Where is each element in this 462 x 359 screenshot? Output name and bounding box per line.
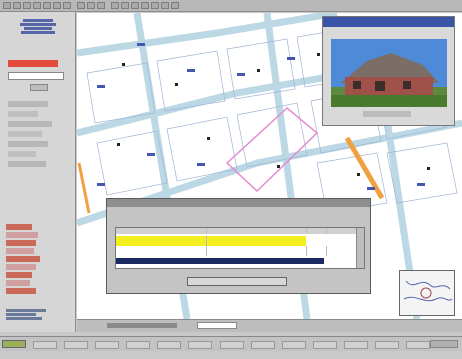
info-icon[interactable] (151, 2, 159, 9)
sidebar-section[interactable] (8, 111, 38, 117)
legend-item (6, 240, 36, 246)
sidebar-section[interactable] (8, 151, 36, 157)
taskbar (0, 336, 462, 351)
sidebar-section[interactable] (8, 121, 52, 127)
toolbar (0, 0, 462, 12)
house-photo (331, 39, 447, 107)
table-cell (206, 246, 307, 256)
home-icon[interactable] (111, 2, 119, 9)
highlighted-street (344, 136, 385, 200)
selected-parcel (225, 107, 319, 193)
legend-item (6, 288, 36, 294)
export-icon[interactable] (171, 2, 179, 9)
table-cell (206, 258, 307, 264)
table-cell (206, 236, 307, 246)
table-row[interactable] (116, 246, 364, 256)
identify-icon[interactable] (33, 2, 41, 9)
pan-icon[interactable] (23, 2, 31, 9)
photo-caption (363, 111, 411, 117)
zoom-out-icon[interactable] (13, 2, 21, 9)
coordinate-field (197, 322, 237, 329)
legend-item (6, 280, 30, 286)
zoom-in-icon[interactable] (3, 2, 11, 9)
dialog-action-button[interactable] (187, 277, 287, 286)
taskbar-items (32, 340, 432, 349)
map-status-bar (77, 319, 462, 332)
legend-item (6, 224, 32, 230)
highlighted-street-left (77, 162, 91, 214)
forward-icon[interactable] (141, 2, 149, 9)
table-cell (116, 246, 207, 256)
system-tray (430, 340, 458, 348)
dialog-titlebar (107, 199, 370, 207)
refresh-icon[interactable] (77, 2, 85, 9)
taskbar-item[interactable] (281, 341, 306, 349)
tools-icon[interactable] (161, 2, 169, 9)
taskbar-item[interactable] (157, 341, 182, 349)
table-row[interactable] (116, 236, 364, 246)
legend-item (6, 248, 34, 254)
legend-item (6, 232, 38, 238)
taskbar-item[interactable] (188, 341, 213, 349)
table-cell (116, 258, 207, 264)
results-dialog (106, 198, 371, 294)
column-header (206, 228, 307, 234)
taskbar-item[interactable] (343, 341, 368, 349)
taskbar-item[interactable] (406, 341, 431, 349)
sidebar-header (8, 60, 58, 67)
sidebar-section[interactable] (8, 161, 46, 167)
sidebar-section-list (4, 97, 70, 171)
house-image (331, 39, 447, 107)
results-table (115, 227, 365, 269)
status-text (257, 322, 377, 329)
start-button[interactable] (2, 340, 26, 348)
taskbar-item[interactable] (219, 341, 244, 349)
search-icon[interactable] (121, 2, 129, 9)
overview-map-graphic (403, 280, 453, 302)
taskbar-item[interactable] (64, 341, 89, 349)
taskbar-item[interactable] (375, 341, 400, 349)
taskbar-item[interactable] (250, 341, 275, 349)
taskbar-item[interactable] (126, 341, 151, 349)
sidebar-section[interactable] (8, 101, 48, 107)
scale-bar (107, 323, 177, 328)
legend-item (6, 272, 32, 278)
column-header (116, 228, 207, 234)
table-header (116, 228, 364, 234)
table-row-selected[interactable] (116, 258, 324, 264)
measure-icon[interactable] (53, 2, 61, 9)
layers-icon[interactable] (87, 2, 95, 9)
search-input[interactable] (8, 72, 64, 80)
search-button[interactable] (30, 84, 48, 91)
dialog-description (115, 211, 315, 219)
back-icon[interactable] (131, 2, 139, 9)
legend-item (6, 256, 40, 262)
legend-item (6, 264, 36, 270)
overview-map[interactable] (399, 270, 455, 316)
sidebar-logo (18, 18, 58, 44)
table-scrollbar[interactable] (356, 228, 364, 268)
print-icon[interactable] (63, 2, 71, 9)
table-cell (116, 236, 207, 246)
sidebar-section[interactable] (8, 141, 48, 147)
table-cell (326, 236, 357, 246)
column-header (306, 228, 327, 234)
help-icon[interactable] (97, 2, 105, 9)
legend (6, 222, 68, 294)
table-cell (326, 246, 357, 256)
taskbar-item[interactable] (33, 341, 57, 349)
sidebar-footer-logo (6, 308, 52, 324)
table-cell (306, 236, 327, 246)
select-icon[interactable] (43, 2, 51, 9)
photo-panel (322, 16, 455, 126)
taskbar-item[interactable] (312, 341, 337, 349)
table-cell (306, 246, 327, 256)
taskbar-item[interactable] (95, 341, 120, 349)
sidebar-section[interactable] (8, 131, 42, 137)
photo-panel-titlebar (323, 17, 454, 27)
sidebar (0, 12, 76, 332)
column-header (326, 228, 357, 234)
